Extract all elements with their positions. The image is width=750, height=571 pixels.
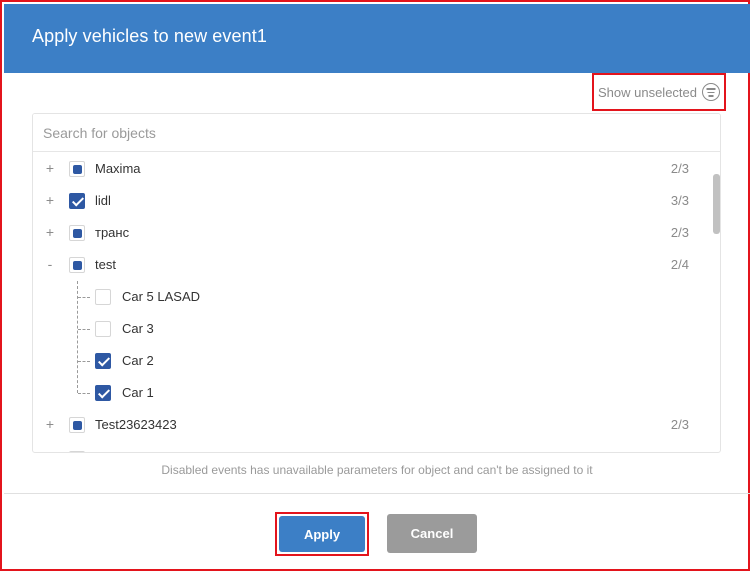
group-label: test: [95, 257, 116, 272]
selection-count: 2/3: [670, 161, 689, 176]
selection-count: 2/3: [670, 225, 689, 240]
group-checkbox[interactable]: [69, 161, 85, 177]
apply-button[interactable]: Apply: [279, 516, 365, 552]
partial-row-checkbox: [69, 451, 85, 452]
dialog-header: Apply vehicles to new event1: [4, 4, 750, 73]
collapse-toggle[interactable]: -: [43, 256, 57, 272]
vehicle-label: Car 3: [122, 321, 154, 336]
group-checkbox[interactable]: [69, 225, 85, 241]
expand-toggle[interactable]: +: [43, 416, 57, 432]
group-checkbox[interactable]: [69, 193, 85, 209]
tree-group-row[interactable]: + lidl 3/3: [33, 185, 703, 217]
vehicle-label: Car 2: [122, 353, 154, 368]
tree-item-row[interactable]: Car 5 LASAD: [33, 281, 703, 313]
expand-toggle[interactable]: +: [43, 160, 57, 176]
vehicle-checkbox[interactable]: [95, 385, 111, 401]
group-label: Maxima: [95, 161, 141, 176]
tree-group-row[interactable]: + Maxima 2/3: [33, 153, 703, 185]
tree-group-row[interactable]: + Test23623423 2/3: [33, 409, 703, 441]
group-label: lidl: [95, 193, 111, 208]
disabled-events-note: Disabled events has unavailable paramete…: [161, 463, 593, 477]
expand-toggle[interactable]: +: [43, 192, 57, 208]
group-checkbox[interactable]: [69, 417, 85, 433]
footer-divider: [4, 493, 750, 494]
objects-tree: + Maxima 2/3 + lidl 3/3 + транс 2/3 - test 2/4 Car 5…: [33, 153, 720, 452]
vehicle-label: Car 5 LASAD: [122, 289, 201, 304]
selection-count: 3/3: [670, 193, 689, 208]
tree-item-row[interactable]: Car 3: [33, 313, 703, 345]
show-unselected-toggle[interactable]: Show unselected: [592, 73, 726, 111]
dialog-title: Apply vehicles to new event1: [32, 26, 267, 46]
selection-count: 2/3: [670, 417, 689, 432]
group-checkbox[interactable]: [69, 257, 85, 273]
filter-icon: [702, 83, 720, 101]
vehicle-label: Car 1: [122, 385, 154, 400]
search-input[interactable]: [33, 114, 720, 152]
objects-panel: + Maxima 2/3 + lidl 3/3 + транс 2/3 - test 2/4 Car 5…: [32, 113, 721, 453]
show-unselected-label: Show unselected: [597, 84, 697, 100]
apply-vehicles-dialog: Apply vehicles to new event1 Show unsele…: [0, 0, 750, 571]
group-label: Test23623423: [95, 417, 177, 432]
tree-item-row[interactable]: Car 2: [33, 345, 703, 377]
list-scrollbar[interactable]: [713, 174, 720, 234]
cancel-button[interactable]: Cancel: [387, 514, 477, 553]
tree-item-row[interactable]: Car 1: [33, 377, 703, 409]
apply-button-highlight: Apply: [275, 512, 369, 556]
expand-toggle[interactable]: +: [43, 224, 57, 240]
vehicle-checkbox[interactable]: [95, 321, 111, 337]
group-label: транс: [95, 225, 130, 240]
tree-group-row[interactable]: - test 2/4: [33, 249, 703, 281]
vehicle-checkbox[interactable]: [95, 289, 111, 305]
tree-group-row[interactable]: + транс 2/3: [33, 217, 703, 249]
selection-count: 2/4: [670, 257, 689, 272]
vehicle-checkbox[interactable]: [95, 353, 111, 369]
